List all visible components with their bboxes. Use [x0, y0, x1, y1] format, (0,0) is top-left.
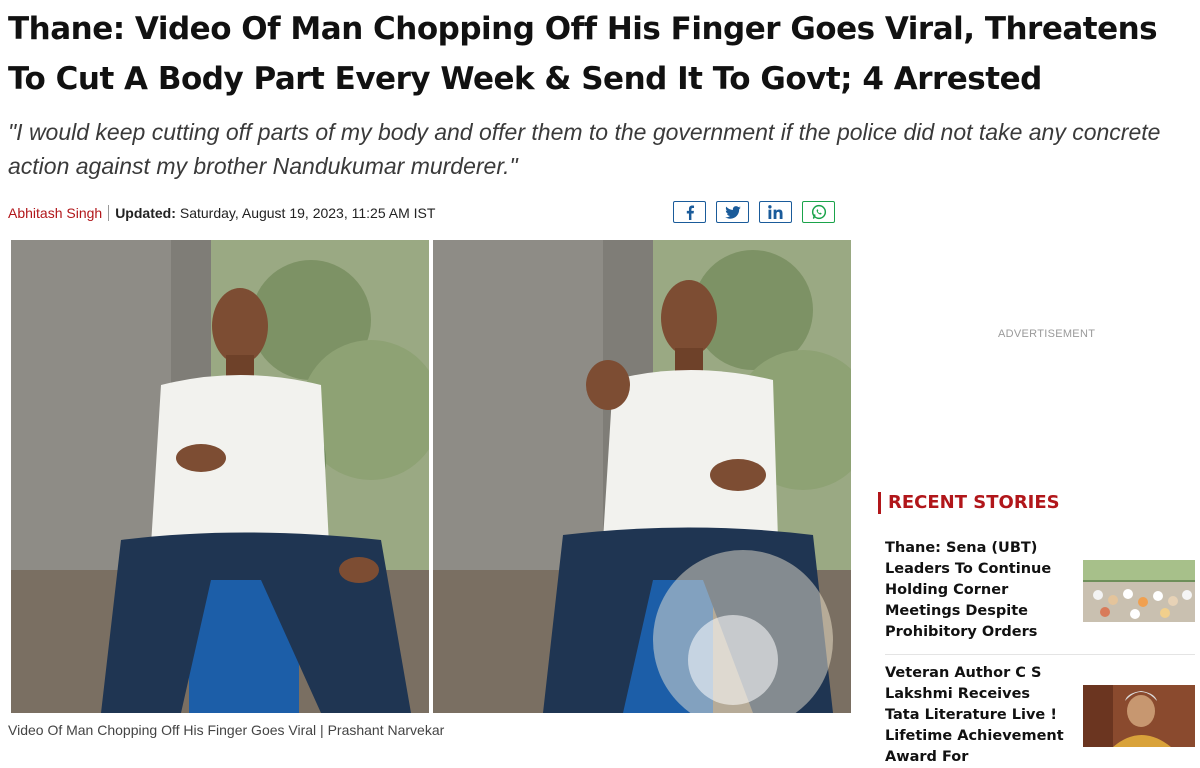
whatsapp-icon: [811, 204, 826, 220]
facebook-icon: [686, 204, 694, 220]
story-divider: [885, 654, 1195, 655]
recent-stories-heading: RECENT STORIES: [878, 492, 1060, 514]
recent-story-thumbnail[interactable]: [1083, 560, 1195, 622]
article-headline: Thane: Video Of Man Chopping Off His Fin…: [8, 11, 1158, 97]
share-facebook-button[interactable]: [673, 201, 706, 223]
video-still-left: [11, 240, 429, 713]
recent-story-title[interactable]: Thane: Sena (UBT) Leaders To Continue Ho…: [885, 538, 1065, 643]
recent-story-thumbnail[interactable]: [1083, 685, 1195, 747]
advertisement-label: ADVERTISEMENT: [998, 328, 1096, 340]
share-twitter-button[interactable]: [716, 201, 749, 223]
share-linkedin-button[interactable]: [759, 201, 792, 223]
recent-story-title[interactable]: Veteran Author C S Lakshmi Receives Tata…: [885, 663, 1065, 768]
article-image: [11, 240, 852, 713]
recent-story-item[interactable]: Thane: Sena (UBT) Leaders To Continue Ho…: [885, 538, 1195, 643]
updated-date: Saturday, August 19, 2023, 11:25 AM IST: [179, 205, 436, 221]
image-caption: Video Of Man Chopping Off His Finger Goe…: [8, 722, 445, 738]
linkedin-icon: [768, 205, 783, 219]
share-whatsapp-button[interactable]: [802, 201, 835, 223]
author-link[interactable]: Abhitash Singh: [8, 205, 102, 221]
byline-divider: [108, 205, 110, 221]
video-still-right: [433, 240, 851, 713]
share-bar: [673, 201, 835, 223]
article-subheading-quote: "I would keep cutting off parts of my bo…: [8, 119, 1161, 179]
updated-label: Updated:: [115, 205, 176, 221]
twitter-icon: [724, 205, 741, 219]
byline: Abhitash Singh Updated: Saturday, August…: [8, 203, 435, 223]
recent-story-item[interactable]: Veteran Author C S Lakshmi Receives Tata…: [885, 663, 1195, 768]
